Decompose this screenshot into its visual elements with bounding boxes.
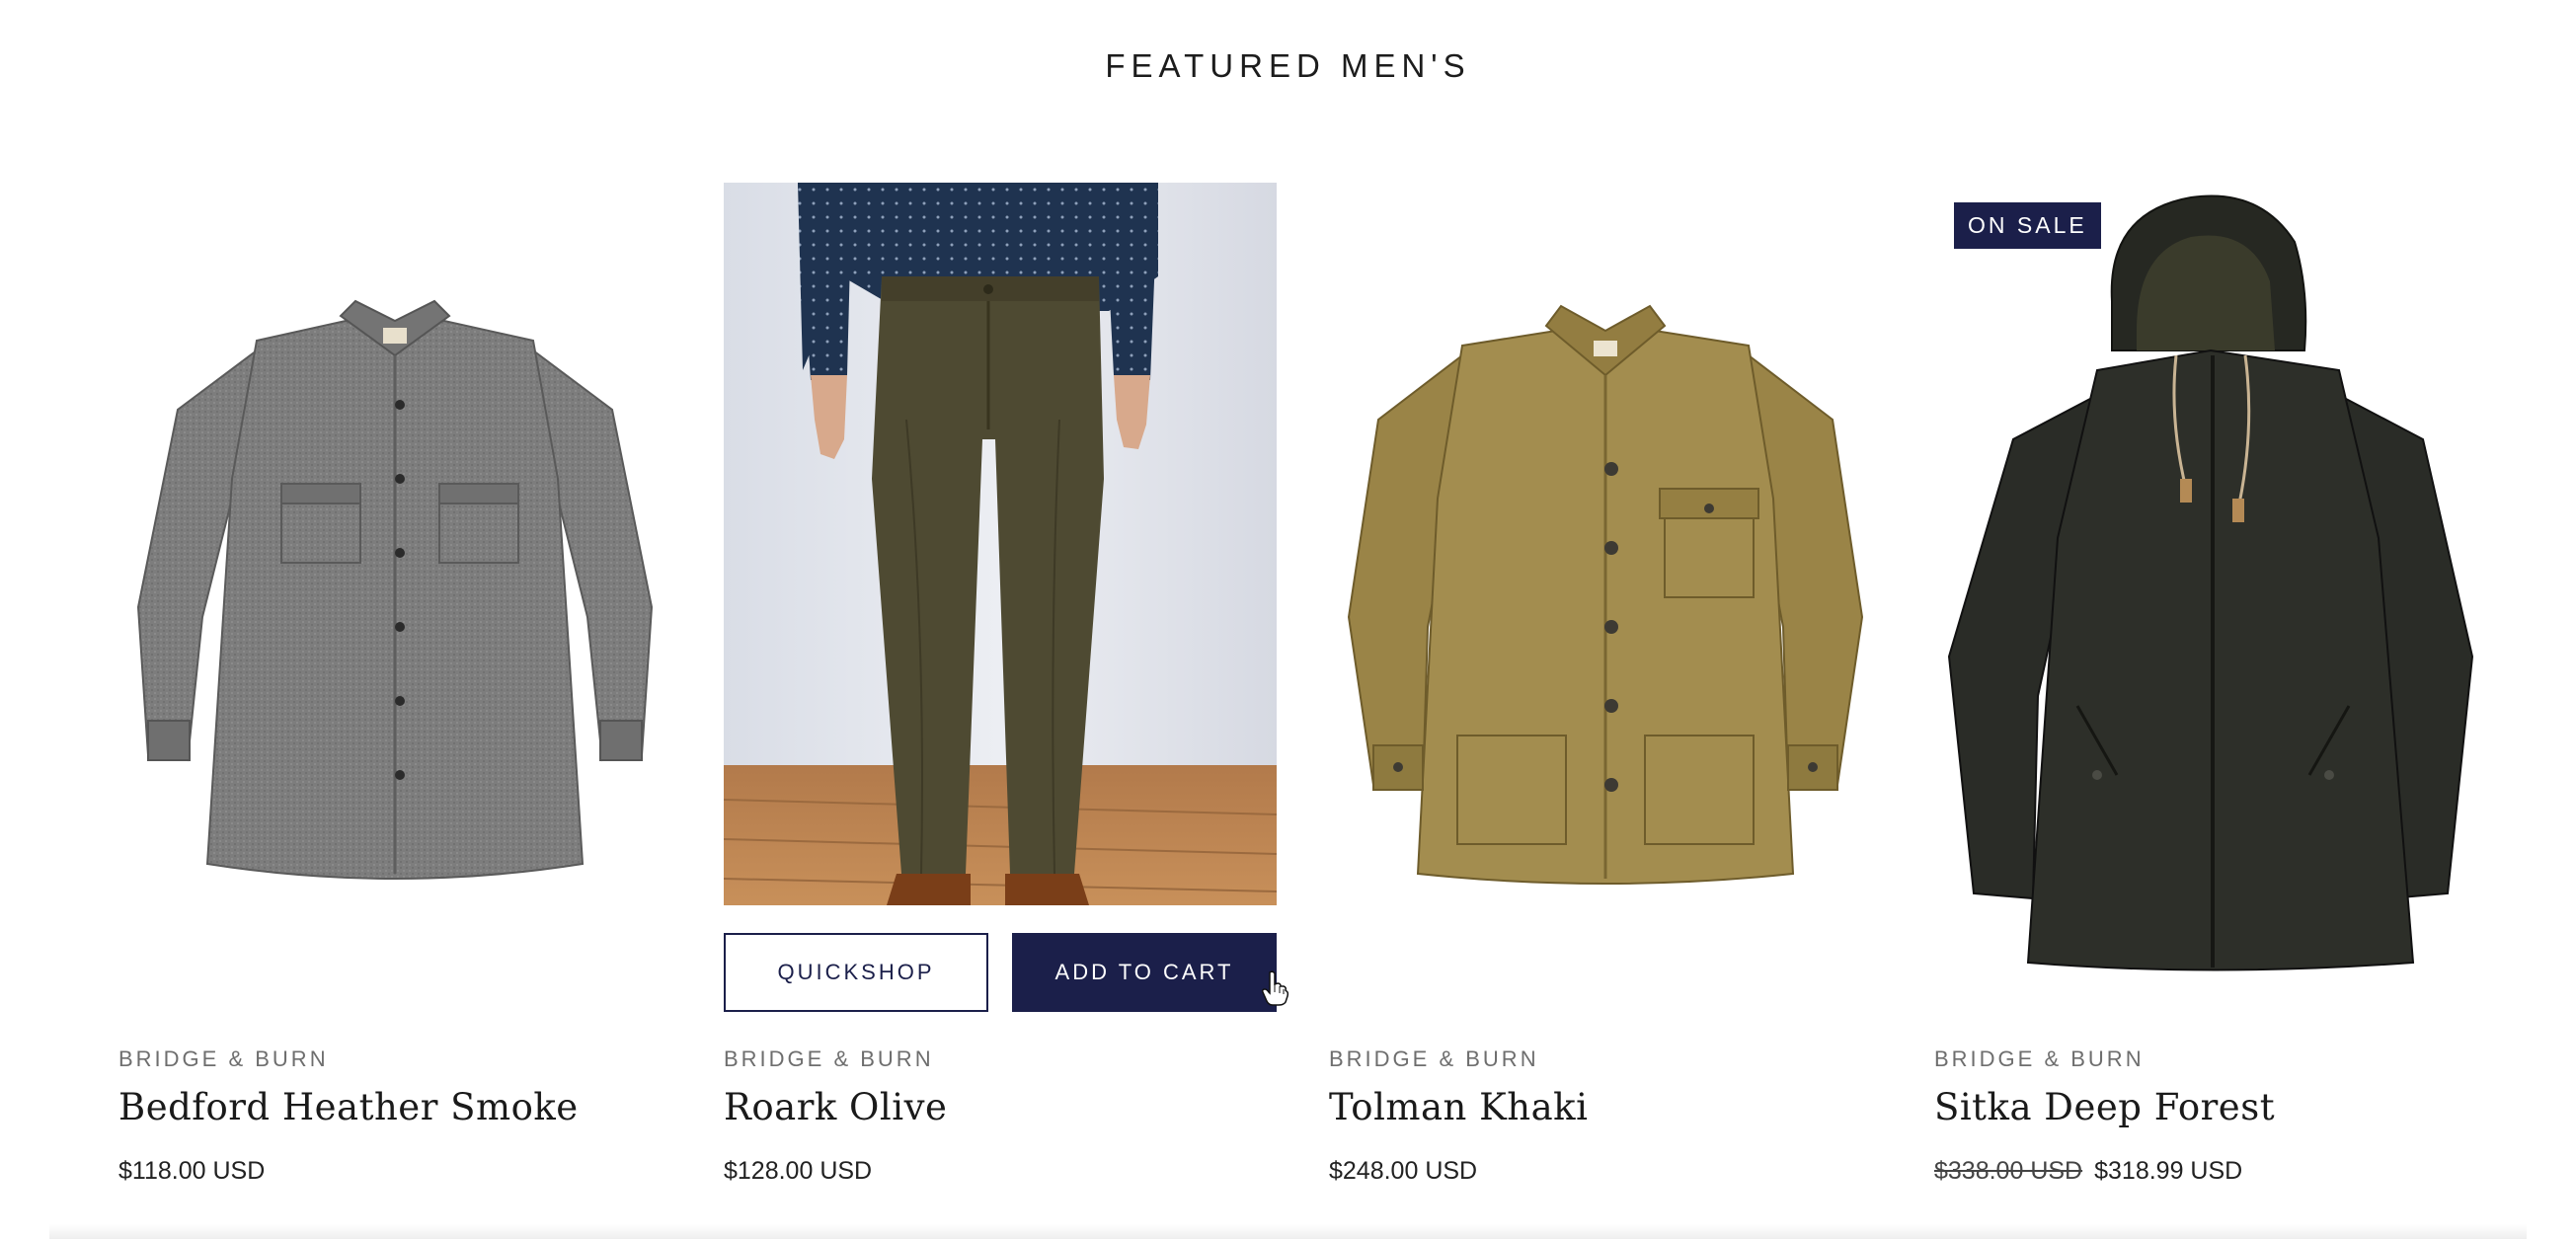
product-name[interactable]: Sitka Deep Forest <box>1934 1086 2275 1128</box>
product-name[interactable]: Tolman Khaki <box>1329 1086 1588 1128</box>
add-to-cart-button[interactable]: ADD TO CART <box>1012 933 1288 1012</box>
compare-price: $338.00 USD <box>1934 1157 2083 1185</box>
sale-price: $318.99 USD <box>2094 1157 2243 1185</box>
product-card-hovered[interactable]: QUICKSHOP ADD TO CART BRIDGE & BURN Roar… <box>724 0 1288 1239</box>
dark-hooded-parka-image <box>1947 194 2474 971</box>
product-name[interactable]: Roark Olive <box>724 1086 947 1128</box>
product-price: $338.00 USD $318.99 USD <box>1934 1157 2242 1186</box>
olive-chino-pants-on-model-image <box>724 183 1277 905</box>
product-image[interactable] <box>724 183 1277 905</box>
price-value: $118.00 USD <box>118 1157 266 1185</box>
section-divider <box>49 1224 2527 1239</box>
product-card[interactable]: BRIDGE & BURN Bedford Heather Smoke $118… <box>118 0 671 1239</box>
product-price: $248.00 USD <box>1329 1157 1477 1186</box>
product-brand: BRIDGE & BURN <box>118 1046 329 1071</box>
product-card[interactable]: BRIDGE & BURN Tolman Khaki $248.00 USD <box>1329 0 1882 1239</box>
product-image[interactable] <box>118 183 671 903</box>
product-image[interactable]: ON SALE <box>1934 183 2487 971</box>
product-price: $128.00 USD <box>724 1157 872 1186</box>
product-brand: BRIDGE & BURN <box>1329 1046 1539 1071</box>
hand-pointer-icon <box>1262 970 1288 1006</box>
khaki-chore-jacket-image <box>1347 304 1864 885</box>
product-card[interactable]: ON SALE BRIDGE & BURN Sitka Deep Forest … <box>1934 0 2487 1239</box>
price-value: $128.00 USD <box>724 1157 873 1185</box>
quickshop-button[interactable]: QUICKSHOP <box>724 933 988 1012</box>
product-price: $118.00 USD <box>118 1157 265 1186</box>
sale-badge: ON SALE <box>1954 202 2101 249</box>
gray-flannel-shirt-image <box>136 299 654 880</box>
product-name[interactable]: Bedford Heather Smoke <box>118 1086 579 1128</box>
product-brand: BRIDGE & BURN <box>1934 1046 2145 1071</box>
price-value: $248.00 USD <box>1329 1157 1478 1185</box>
add-to-cart-label: ADD TO CART <box>1054 960 1234 984</box>
product-image[interactable] <box>1329 183 1882 903</box>
product-brand: BRIDGE & BURN <box>724 1046 934 1071</box>
